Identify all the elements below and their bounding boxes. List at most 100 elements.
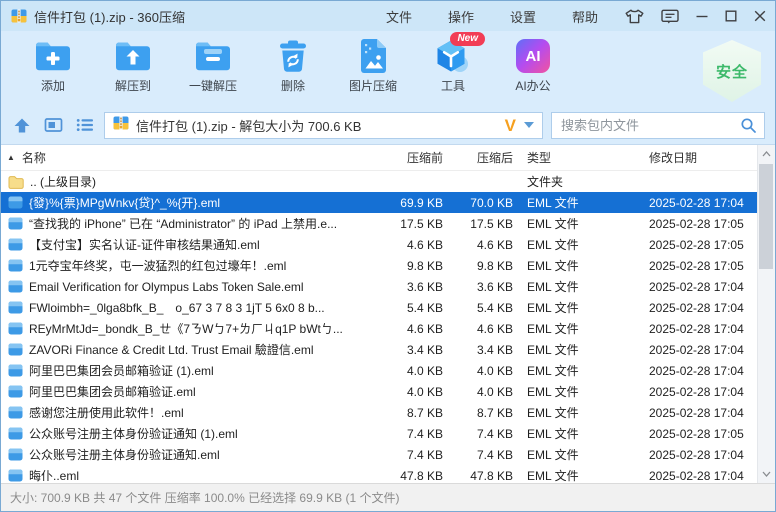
toolbar-button-label: 图片压缩 [349,77,397,94]
size-after: 8.7 KB [443,406,513,420]
file-name: {發}%{票}MPgWnkv{贷}^_%{开}.eml [29,194,220,211]
archive-path-combobox[interactable]: 信件打包 (1).zip - 解包大小为 700.6 KB V [104,112,543,139]
maximize-button[interactable] [724,9,738,23]
status-text: 大小: 700.9 KB 共 47 个文件 压缩率 100.0% 已经选择 69… [10,489,399,506]
vertical-scrollbar[interactable] [757,145,775,483]
file-table: ▲ 名称 压缩前 压缩后 类型 修改日期 .. (上级目录)文件夹{發}%{票}… [1,145,775,483]
table-row[interactable]: ZAVORi Finance & Credit Ltd. Trust Email… [1,339,758,360]
table-row[interactable]: 公众账号注册主体身份验证通知.eml7.4 KB7.4 KBEML 文件2025… [1,444,758,465]
window-title: 信件打包 (1).zip - 360压缩 [34,7,185,26]
size-before: 4.0 KB [379,385,443,399]
size-before: 17.5 KB [379,217,443,231]
eml-file-icon [8,448,23,461]
size-after: 7.4 KB [443,427,513,441]
scroll-up-icon[interactable] [758,146,774,162]
eml-file-icon [8,385,23,398]
table-row[interactable]: .. (上级目录)文件夹 [1,171,758,192]
search-input[interactable] [559,117,740,134]
file-name: ZAVORi Finance & Credit Ltd. Trust Email… [29,341,314,358]
file-name: 阿里巴巴集团会员邮箱验证 (1).eml [29,362,214,379]
list-view-icon[interactable] [76,118,94,132]
toolbar-ai-office-button[interactable]: AIAI办公 [493,36,573,94]
table-row[interactable]: “查找我的 iPhone” 已在 “Administrator” 的 iPad … [1,213,758,234]
app-zip-icon [11,8,27,24]
menu-item-help[interactable]: 帮助 [572,7,598,26]
size-before: 4.0 KB [379,364,443,378]
eml-file-icon [8,280,23,293]
file-type: EML 文件 [527,425,649,442]
size-after: 4.0 KB [443,385,513,399]
search-box [551,112,765,139]
modified-date: 2025-02-28 17:05 [649,259,758,273]
safe-shield-badge[interactable]: 安全 [703,40,761,102]
toolbar-add-button[interactable]: 添加 [13,36,93,94]
skin-icon[interactable] [624,8,645,25]
scroll-down-icon[interactable] [758,466,774,482]
table-row[interactable]: {發}%{票}MPgWnkv{贷}^_%{开}.eml69.9 KB70.0 K… [1,192,758,213]
file-type: EML 文件 [527,194,649,211]
table-row[interactable]: 阿里巴巴集团会员邮箱验证 (1).eml4.0 KB4.0 KBEML 文件20… [1,360,758,381]
column-header-after[interactable]: 压缩后 [443,149,513,166]
feedback-icon[interactable] [660,8,680,25]
size-after: 17.5 KB [443,217,513,231]
table-row[interactable]: 公众账号注册主体身份验证通知 (1).eml7.4 KB7.4 KBEML 文件… [1,423,758,444]
scrollbar-thumb[interactable] [759,164,773,269]
menubar: 文件 操作 设置 帮助 [386,7,598,26]
toolbar-extract-to-button[interactable]: 解压到 [93,36,173,94]
size-after: 4.0 KB [443,364,513,378]
chevron-down-icon[interactable] [524,122,534,128]
menu-item-operation[interactable]: 操作 [448,7,474,26]
toolbar-one-click-extract-button[interactable]: 一键解压 [173,36,253,94]
table-row[interactable]: REyMrMtJd=_bondk_B_ㄝ《7ㄋWㄅ7+ㄌㄏㄐq1P bWtㄅ..… [1,318,758,339]
file-name: 1元夺宝年终奖，屯一波猛烈的红包过壕年！.eml [29,257,286,274]
titlebar: 信件打包 (1).zip - 360压缩 文件 操作 设置 帮助 [1,1,775,31]
file-type: EML 文件 [527,236,649,253]
toolbar-delete-button[interactable]: 删除 [253,36,333,94]
size-after: 3.4 KB [443,343,513,357]
table-row[interactable]: 1元夺宝年终奖，屯一波猛烈的红包过壕年！.eml9.8 KB9.8 KBEML … [1,255,758,276]
eml-file-icon [8,238,23,251]
modified-date: 2025-02-28 17:04 [649,343,758,357]
size-before: 8.7 KB [379,406,443,420]
table-row[interactable]: Email Verification for Olympus Labs Toke… [1,276,758,297]
modified-date: 2025-02-28 17:04 [649,196,758,210]
app-window: 信件打包 (1).zip - 360压缩 文件 操作 设置 帮助 添加解压到一键解压删… [0,0,776,512]
table-row[interactable]: 【支付宝】实名认证-证件审核结果通知.eml4.6 KB4.6 KBEML 文件… [1,234,758,255]
preview-pane-icon[interactable] [44,117,63,133]
eml-file-icon [8,196,23,209]
size-before: 5.4 KB [379,301,443,315]
file-name: 感谢您注册使用此软件！.eml [29,404,184,421]
file-type: EML 文件 [527,404,649,421]
menu-item-settings[interactable]: 设置 [510,7,536,26]
archive-zip-icon [113,115,129,136]
table-row[interactable]: 晦仆..eml47.8 KB47.8 KBEML 文件2025-02-28 17… [1,465,758,483]
modified-date: 2025-02-28 17:05 [649,427,758,441]
brand-v-logo: V [505,117,516,134]
toolbar-button-label: 工具 [441,77,465,94]
close-button[interactable] [753,9,767,23]
toolbar-tools-button[interactable]: New工具 [413,36,493,94]
toolbar-image-compress-button[interactable]: 图片压缩 [333,36,413,94]
table-row[interactable]: 阿里巴巴集团会员邮箱验证.eml4.0 KB4.0 KBEML 文件2025-0… [1,381,758,402]
column-header-date[interactable]: 修改日期 [649,149,758,166]
search-icon[interactable] [740,117,757,134]
modified-date: 2025-02-28 17:04 [649,469,758,483]
go-up-icon[interactable] [13,117,31,134]
eml-file-icon [8,217,23,230]
size-after: 3.6 KB [443,280,513,294]
menu-item-file[interactable]: 文件 [386,7,412,26]
file-name: Email Verification for Olympus Labs Toke… [29,280,304,294]
size-before: 47.8 KB [379,469,443,483]
table-row[interactable]: 感谢您注册使用此软件！.eml8.7 KB8.7 KBEML 文件2025-02… [1,402,758,423]
eml-file-icon [8,259,23,272]
table-row[interactable]: FWloimbh=_0lga8bfk_B_ o_67 3 7 8 3 1jT 5… [1,297,758,318]
column-header-before[interactable]: 压缩前 [379,149,443,166]
eml-file-icon [8,343,23,356]
minimize-button[interactable] [695,9,709,23]
modified-date: 2025-02-28 17:04 [649,448,758,462]
file-list: .. (上级目录)文件夹{發}%{票}MPgWnkv{贷}^_%{开}.eml6… [1,171,775,483]
eml-file-icon [8,322,23,335]
column-header-type[interactable]: 类型 [527,149,649,166]
modified-date: 2025-02-28 17:04 [649,322,758,336]
column-header-name[interactable]: ▲ 名称 [7,149,379,166]
